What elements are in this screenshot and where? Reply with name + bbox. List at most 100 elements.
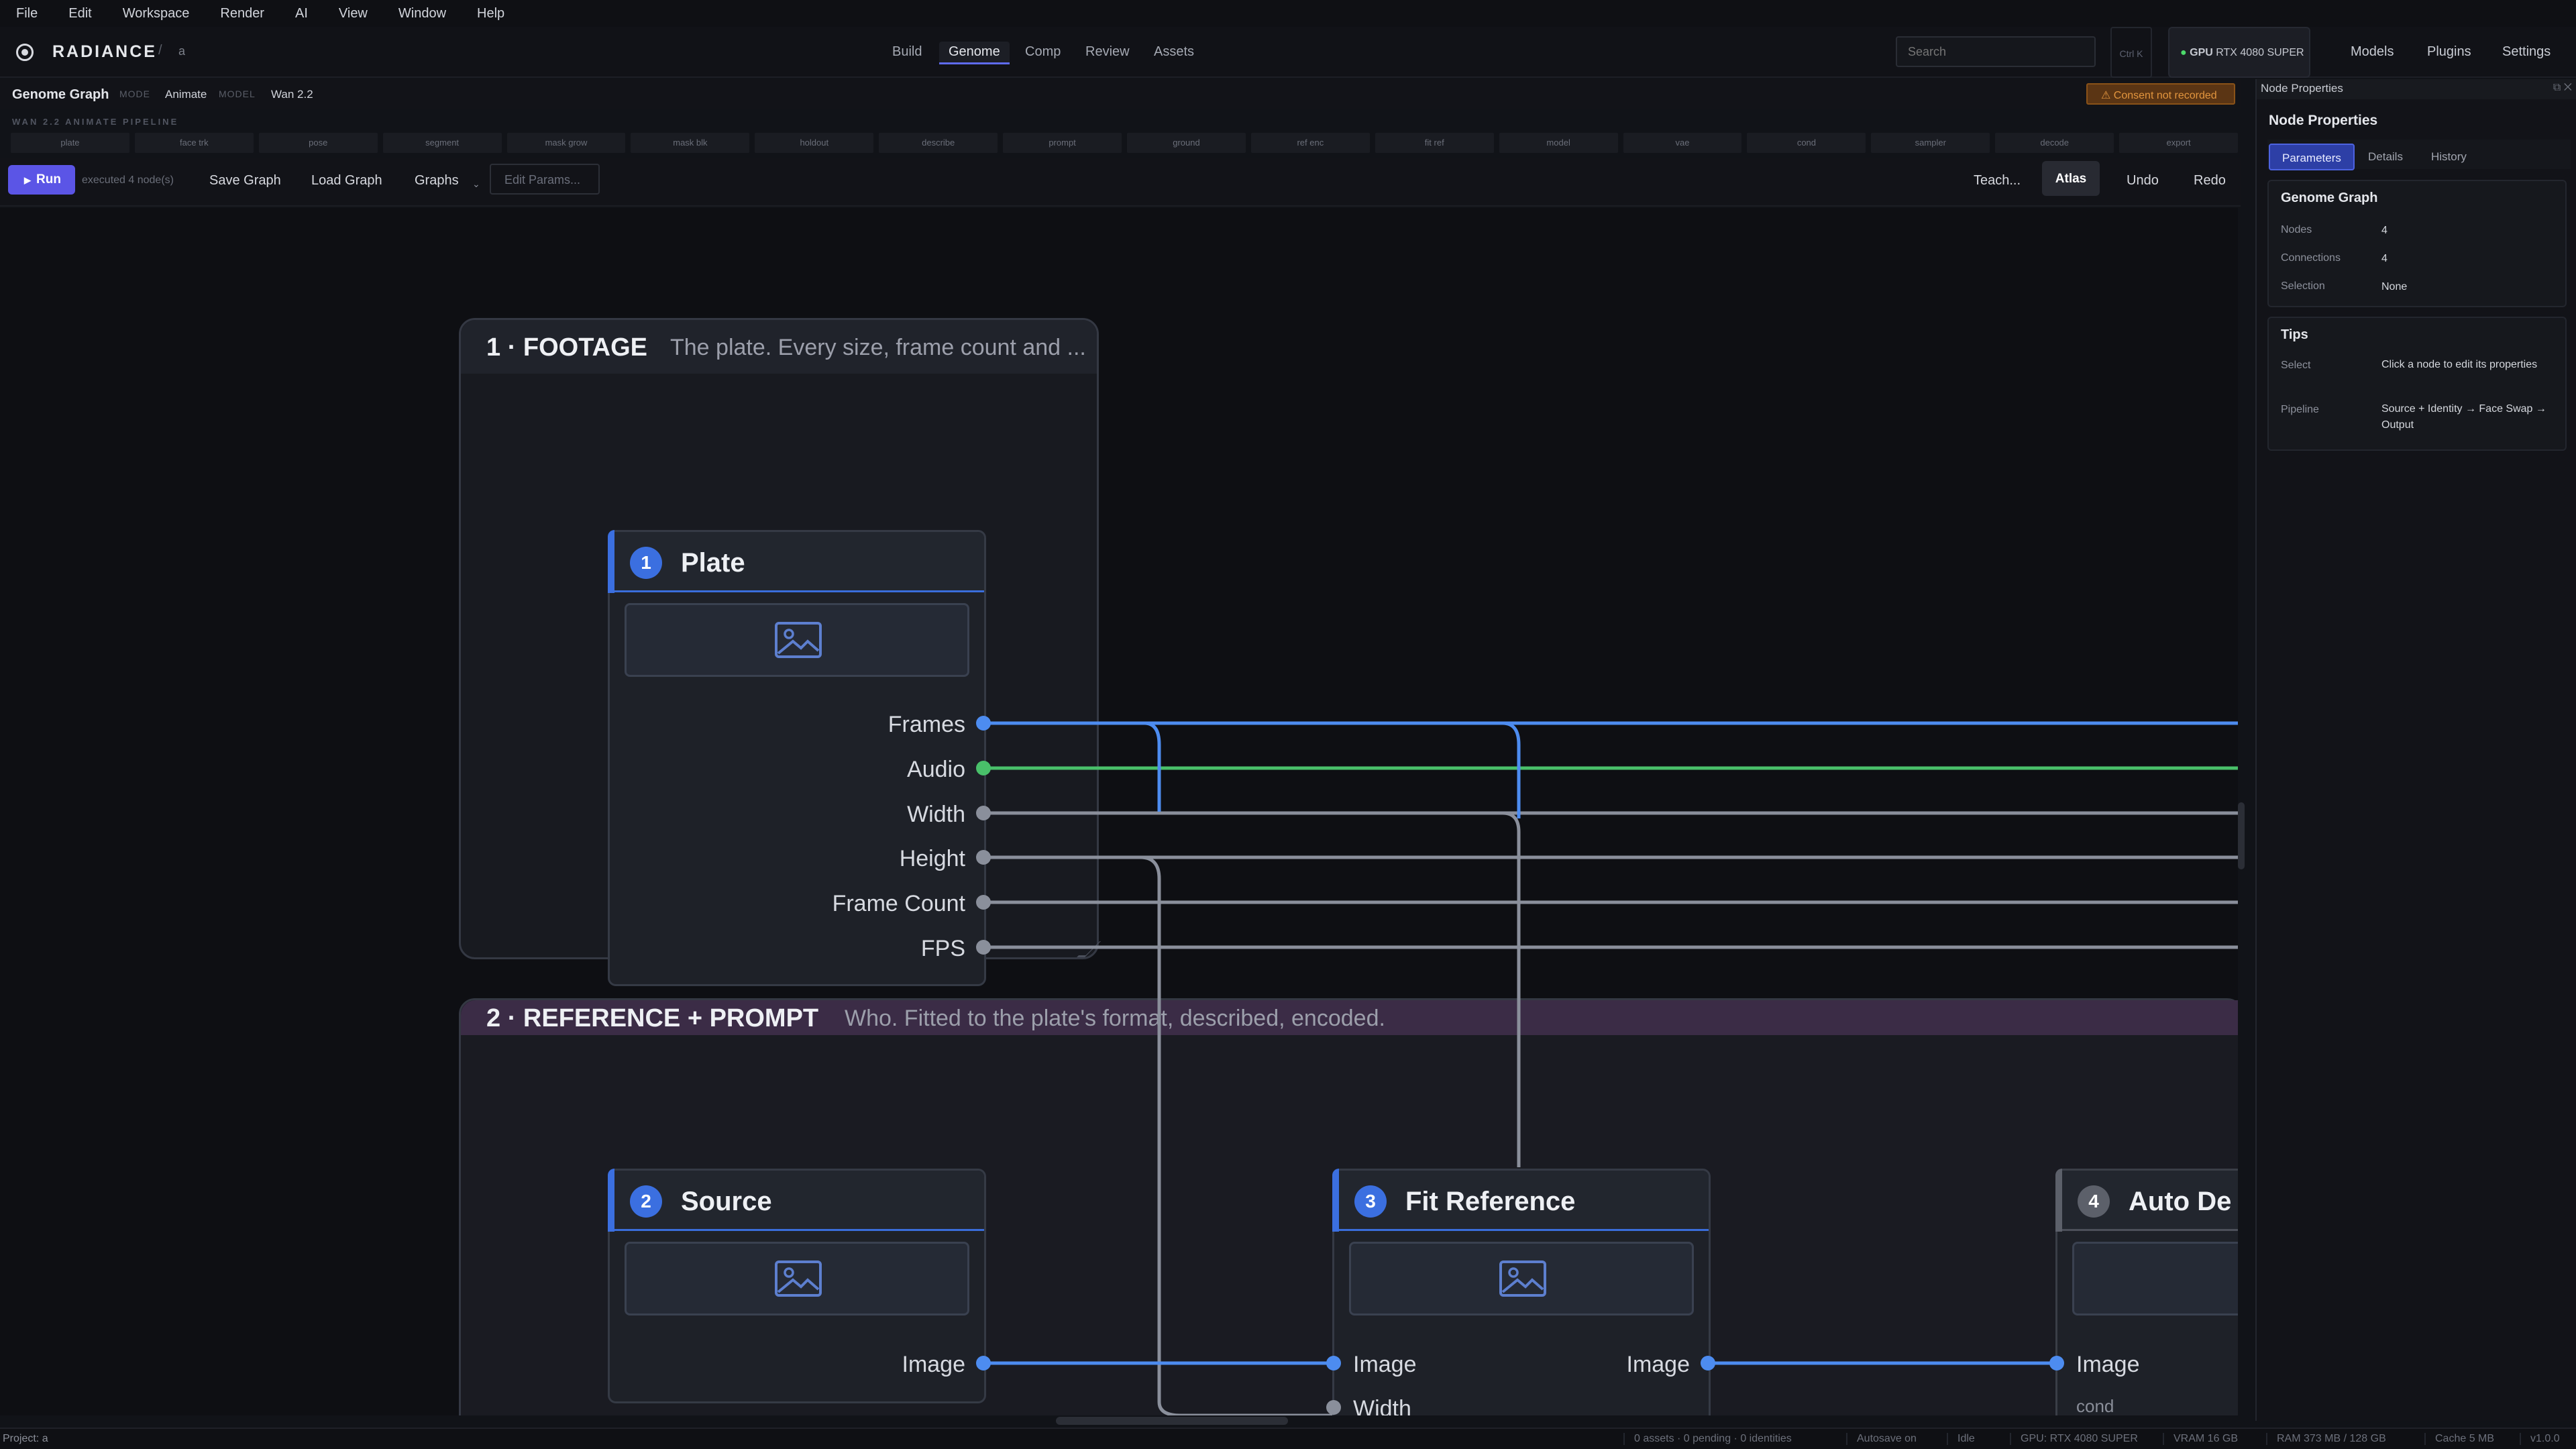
gpu-label: GPU (2190, 47, 2213, 58)
menu-render[interactable]: Render (220, 6, 264, 21)
graph-toolbar: ▶ Run executed 4 node(s) Save Graph Load … (0, 158, 2241, 207)
breadcrumb-project[interactable]: a (178, 44, 185, 58)
pipeline-stage-pose[interactable]: pose (258, 133, 378, 153)
card-title: Genome Graph (2281, 191, 2378, 205)
tip-pipeline-key: Pipeline (2281, 404, 2319, 415)
port-dot-fps[interactable] (976, 940, 991, 955)
float-icon[interactable]: ⧉ (2553, 82, 2561, 93)
tab-genome[interactable]: Genome (939, 42, 1010, 64)
tab-review[interactable]: Review (1076, 42, 1139, 62)
status-idle: Idle (1947, 1433, 1975, 1445)
pipeline-stage-fit-ref[interactable]: fit ref (1375, 133, 1494, 153)
mode-value[interactable]: Animate (165, 88, 207, 101)
port-dots (976, 716, 2064, 1415)
status-ram: RAM 373 MB / 128 GB (2266, 1433, 2386, 1445)
port-dot-fitref-width-in[interactable] (1326, 1400, 1341, 1415)
tab-details[interactable]: Details (2356, 144, 2415, 170)
search-shortcut-hint: Ctrl K (2110, 27, 2152, 78)
pipeline-stage-plate[interactable]: plate (11, 133, 129, 153)
consent-warning-badge[interactable]: ⚠ Consent not recorded (2086, 83, 2235, 105)
tab-parameters[interactable]: Parameters (2269, 144, 2355, 170)
atlas-button[interactable]: Atlas (2042, 161, 2100, 196)
port-dot-source-image[interactable] (976, 1356, 991, 1371)
pipeline-stage-face-trk[interactable]: face trk (134, 133, 254, 153)
panel-titlebar: Node Properties (2257, 79, 2576, 99)
pipeline-stage-mask-grow[interactable]: mask grow (506, 133, 626, 153)
pipeline-stage-describe[interactable]: describe (879, 133, 998, 153)
execution-status: executed 4 node(s) (82, 174, 174, 186)
selection-key: Selection (2281, 280, 2325, 292)
pipeline-stage-export[interactable]: export (2119, 133, 2239, 153)
search-input[interactable] (1896, 36, 2096, 67)
status-version: v1.0.0 (2520, 1433, 2560, 1445)
app-header: RADIANCE / a Build Genome Comp Review As… (0, 27, 2576, 78)
settings-link[interactable]: Settings (2502, 44, 2551, 60)
chevron-down-icon[interactable]: ⌄ (472, 178, 480, 190)
port-dot-frame-count[interactable] (976, 895, 991, 910)
pipeline-stage-prompt[interactable]: prompt (1003, 133, 1122, 153)
pipeline-stage-cond[interactable]: cond (1747, 133, 1866, 153)
model-value[interactable]: Wan 2.2 (271, 88, 313, 101)
warning-icon: ⚠ (2101, 90, 2111, 101)
logo-icon (16, 44, 34, 61)
undo-button[interactable]: Undo (2127, 173, 2159, 189)
canvas-vertical-scrollbar[interactable] (2238, 802, 2245, 869)
pipeline-stage-ground[interactable]: ground (1127, 133, 1246, 153)
save-graph-button[interactable]: Save Graph (209, 173, 281, 189)
menu-workspace[interactable]: Workspace (123, 6, 190, 21)
nodes-value: 4 (2381, 225, 2387, 236)
port-dot-autode-image-in[interactable] (2049, 1356, 2064, 1371)
menu-window[interactable]: Window (398, 6, 446, 21)
menu-ai[interactable]: AI (295, 6, 308, 21)
menu-edit[interactable]: Edit (68, 6, 91, 21)
port-dot-fitref-image-out[interactable] (1701, 1356, 1715, 1371)
mode-label: MODE (119, 89, 150, 99)
graph-summary-card: Genome Graph Nodes 4 Connections 4 Selec… (2267, 180, 2567, 307)
tab-assets[interactable]: Assets (1144, 42, 1203, 62)
status-project: Project: a (3, 1433, 48, 1444)
status-autosave: Autosave on (1846, 1433, 1917, 1445)
node-graph-canvas[interactable]: 1 · FOOTAGE The plate. Every size, frame… (0, 208, 2238, 1415)
close-icon[interactable]: ✕ (2564, 82, 2572, 93)
model-label: MODEL (219, 89, 256, 99)
port-dot-height[interactable] (976, 850, 991, 865)
menu-help[interactable]: Help (477, 6, 504, 21)
port-dot-frames[interactable] (976, 716, 991, 731)
load-graph-button[interactable]: Load Graph (311, 173, 382, 189)
port-dot-width[interactable] (976, 806, 991, 820)
menu-file[interactable]: File (16, 6, 38, 21)
pipeline-stage-holdout[interactable]: holdout (755, 133, 874, 153)
menu-view[interactable]: View (339, 6, 368, 21)
tab-history[interactable]: History (2419, 144, 2479, 170)
menu-bar: File Edit Workspace Render AI View Windo… (0, 0, 2576, 27)
pipeline-stage-model[interactable]: model (1499, 133, 1618, 153)
port-dot-audio[interactable] (976, 761, 991, 775)
node-properties-panel: Node Properties ⧉ ✕ Node Properties Para… (2255, 79, 2576, 1421)
gpu-status-badge[interactable]: ● GPU RTX 4080 SUPER (2168, 27, 2310, 78)
graph-info-bar: Genome Graph MODE Animate MODEL Wan 2.2 … (0, 79, 2241, 109)
pipeline-stage-vae[interactable]: vae (1623, 133, 1742, 153)
graphs-dropdown[interactable]: Graphs (415, 173, 459, 189)
tab-comp[interactable]: Comp (1016, 42, 1070, 62)
connections-key: Connections (2281, 252, 2341, 264)
models-link[interactable]: Models (2351, 44, 2394, 60)
pipeline-stage-sampler[interactable]: sampler (1871, 133, 1990, 153)
gpu-status-dot-icon: ● (2180, 47, 2187, 58)
teach-button[interactable]: Teach... (1974, 173, 2021, 189)
port-dot-fitref-image-in[interactable] (1326, 1356, 1341, 1371)
canvas-horizontal-scrollbar[interactable] (1056, 1417, 1288, 1425)
selection-value: None (2381, 281, 2408, 292)
plugins-link[interactable]: Plugins (2427, 44, 2471, 60)
pipeline-stage-ref-enc[interactable]: ref enc (1250, 133, 1370, 153)
tip-select-key: Select (2281, 360, 2311, 371)
graph-title: Genome Graph (12, 87, 109, 102)
status-cache: Cache 5 MB (2424, 1433, 2494, 1445)
run-button[interactable]: ▶ Run (8, 165, 75, 195)
pipeline-stage-segment[interactable]: segment (382, 133, 502, 153)
tips-card: Tips Select Click a node to edit its pro… (2267, 317, 2567, 451)
edit-params-button[interactable]: Edit Params... (490, 164, 600, 195)
pipeline-stage-mask-blk[interactable]: mask blk (631, 133, 750, 153)
redo-button[interactable]: Redo (2194, 173, 2226, 189)
tab-build[interactable]: Build (883, 42, 931, 62)
pipeline-stage-decode[interactable]: decode (1995, 133, 2114, 153)
